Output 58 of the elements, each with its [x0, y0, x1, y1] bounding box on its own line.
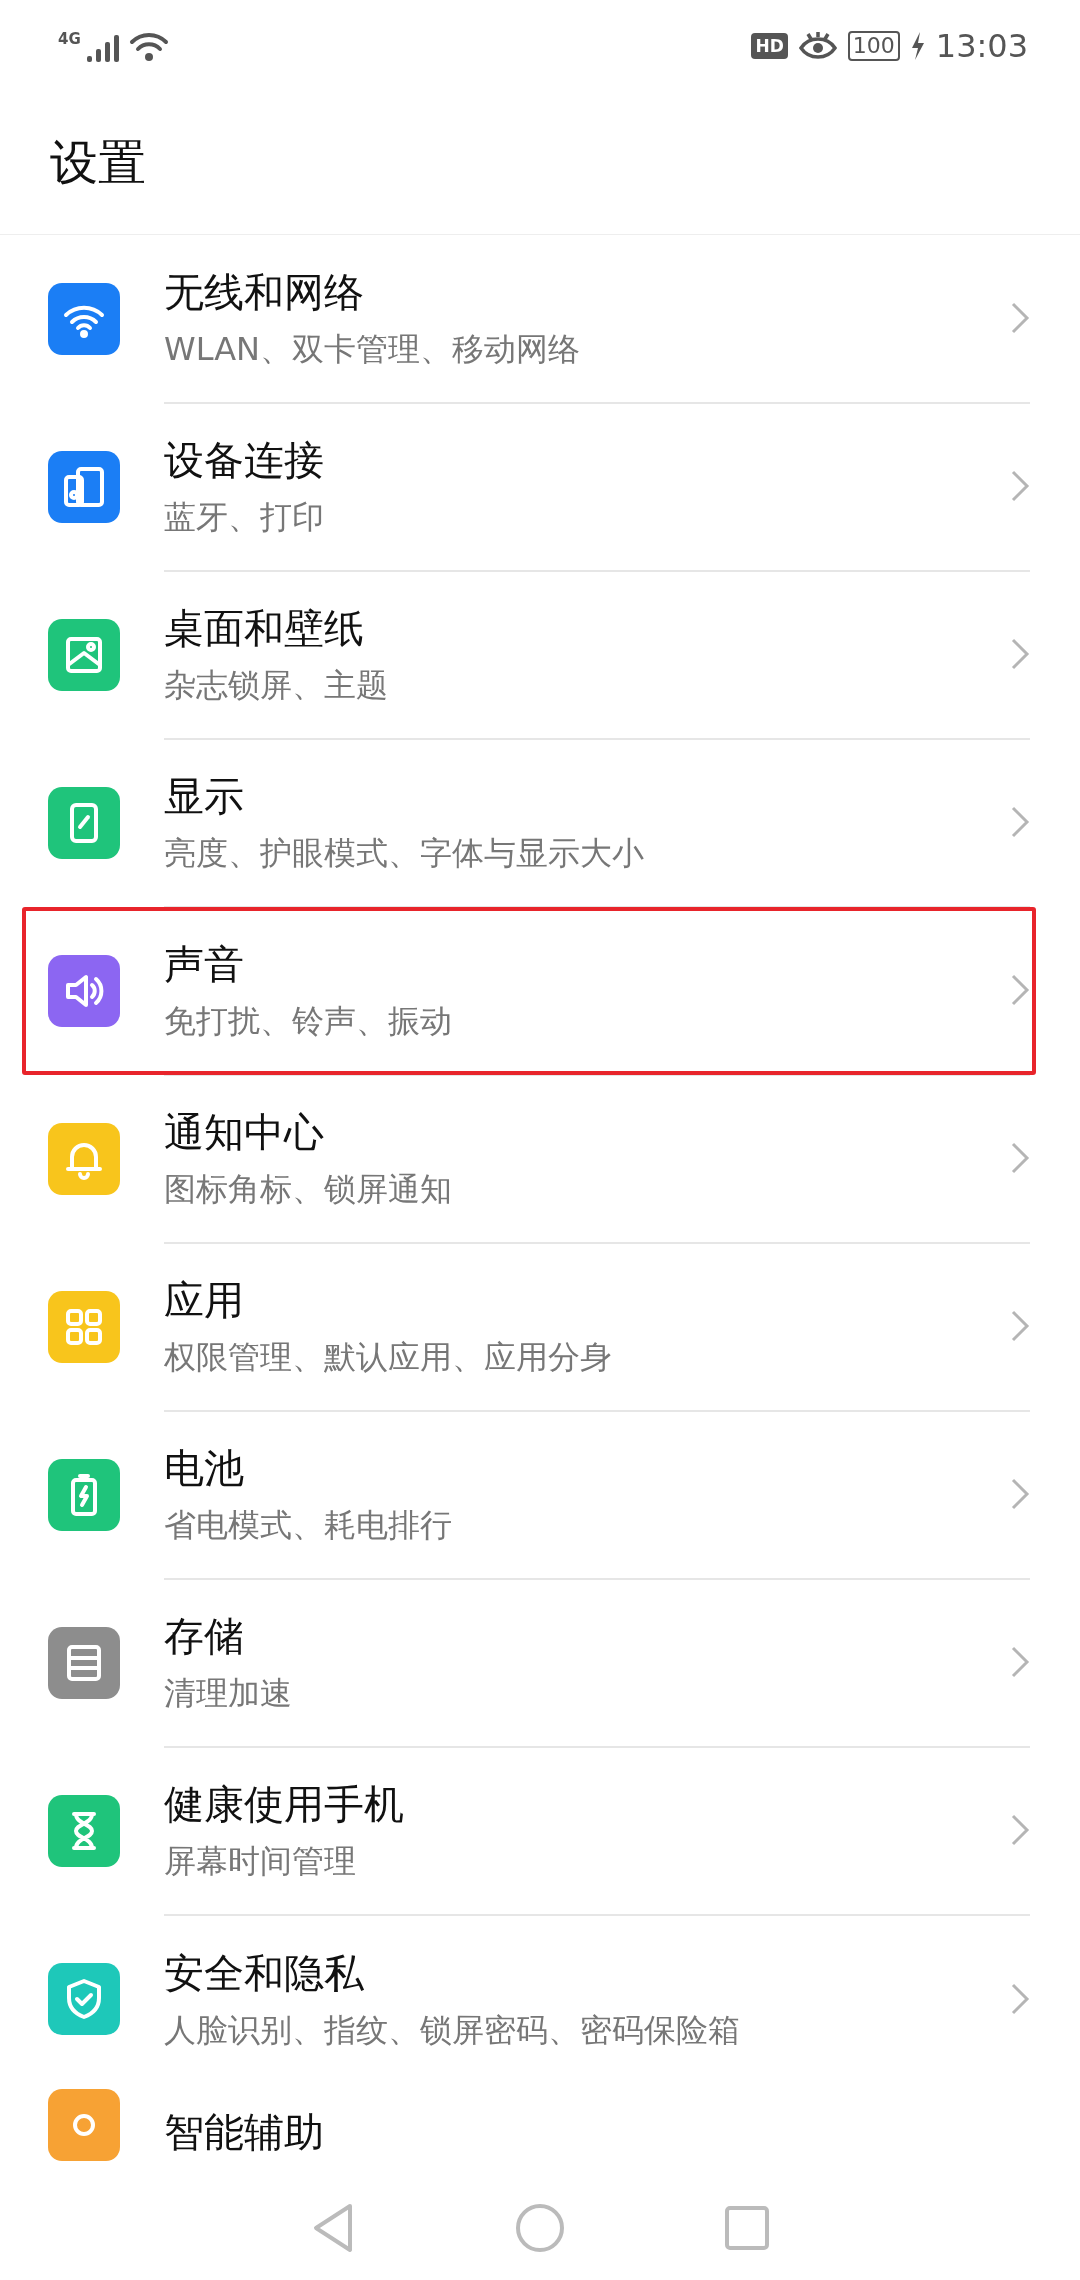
settings-item[interactable]: 智能辅助: [164, 2089, 1030, 2175]
item-title: 存储: [164, 1611, 245, 1661]
settings-item[interactable]: 显示 亮度、护眼模式、字体与显示大小: [164, 738, 1030, 908]
settings-item[interactable]: 应用 权限管理、默认应用、应用分身: [164, 1242, 1030, 1412]
item-subtitle: 杂志锁屏、主题: [164, 664, 389, 706]
wifi-icon: [128, 30, 169, 62]
item-title: 应用: [164, 1275, 245, 1325]
settings-item[interactable]: 通知中心 图标角标、锁屏通知: [164, 1074, 1030, 1244]
item-title: 桌面和壁纸: [164, 603, 365, 653]
item-title: 电池: [164, 1443, 245, 1493]
charging-icon: [909, 31, 926, 61]
chevron-icon: [1010, 1309, 1030, 1343]
settings-item[interactable]: 声音 免打扰、铃声、振动: [164, 906, 1030, 1076]
chevron-icon: [1010, 637, 1030, 671]
item-subtitle: 免打扰、铃声、振动: [164, 1000, 453, 1042]
settings-item[interactable]: 电池 省电模式、耗电排行: [164, 1410, 1030, 1580]
chevron-icon: [1010, 1813, 1030, 1847]
item-title: 智能辅助: [164, 2107, 325, 2157]
item-subtitle: 屏幕时间管理: [164, 1840, 357, 1882]
settings-item[interactable]: 无线和网络 WLAN、双卡管理、移动网络: [164, 234, 1030, 404]
settings-item[interactable]: 桌面和壁纸 杂志锁屏、主题: [164, 570, 1030, 740]
item-title: 无线和网络: [164, 267, 365, 317]
chevron-icon: [1010, 1141, 1030, 1175]
battery-level: 100: [847, 31, 900, 61]
item-title: 显示: [164, 771, 245, 821]
item-subtitle: 蓝牙、打印: [164, 496, 325, 538]
settings-item[interactable]: 存储 清理加速: [164, 1578, 1030, 1748]
item-subtitle: 权限管理、默认应用、应用分身: [164, 1336, 613, 1378]
network-type: 4G: [58, 30, 81, 48]
chevron-icon: [1010, 1982, 1030, 2016]
eye-icon: [797, 30, 838, 62]
item-subtitle: WLAN、双卡管理、移动网络: [164, 328, 582, 370]
item-title: 健康使用手机: [164, 1779, 405, 1829]
item-title: 安全和隐私: [164, 1948, 365, 1998]
settings-item[interactable]: 设备连接 蓝牙、打印: [164, 402, 1030, 572]
item-title: 通知中心: [164, 1107, 325, 1157]
item-subtitle: 人脸识别、指纹、锁屏密码、密码保险箱: [164, 2009, 741, 2051]
signal-icon: [84, 32, 121, 62]
clock: 13:03: [935, 27, 1028, 65]
chevron-icon: [1010, 301, 1030, 335]
home-icon[interactable]: [515, 2202, 565, 2253]
chevron-icon: [1010, 469, 1030, 503]
recents-icon[interactable]: [724, 2204, 771, 2251]
chevron-icon: [1010, 1645, 1030, 1679]
chevron-icon: [1010, 1477, 1030, 1511]
item-subtitle: 清理加速: [164, 1672, 293, 1714]
chevron-icon: [1010, 805, 1030, 839]
page-title: 设置: [0, 92, 1080, 235]
settings-item[interactable]: 安全和隐私 人脸识别、指纹、锁屏密码、密码保险箱: [164, 1915, 1030, 2083]
item-subtitle: 图标角标、锁屏通知: [164, 1168, 453, 1210]
hd-badge: HD: [751, 33, 788, 59]
settings-item[interactable]: 健康使用手机 屏幕时间管理: [164, 1746, 1030, 1916]
item-subtitle: 省电模式、耗电排行: [164, 1504, 453, 1546]
item-subtitle: 亮度、护眼模式、字体与显示大小: [164, 832, 645, 874]
chevron-icon: [1010, 973, 1030, 1007]
circle-icon: [72, 2113, 96, 2137]
item-title: 设备连接: [164, 435, 325, 485]
item-title: 声音: [164, 939, 245, 989]
